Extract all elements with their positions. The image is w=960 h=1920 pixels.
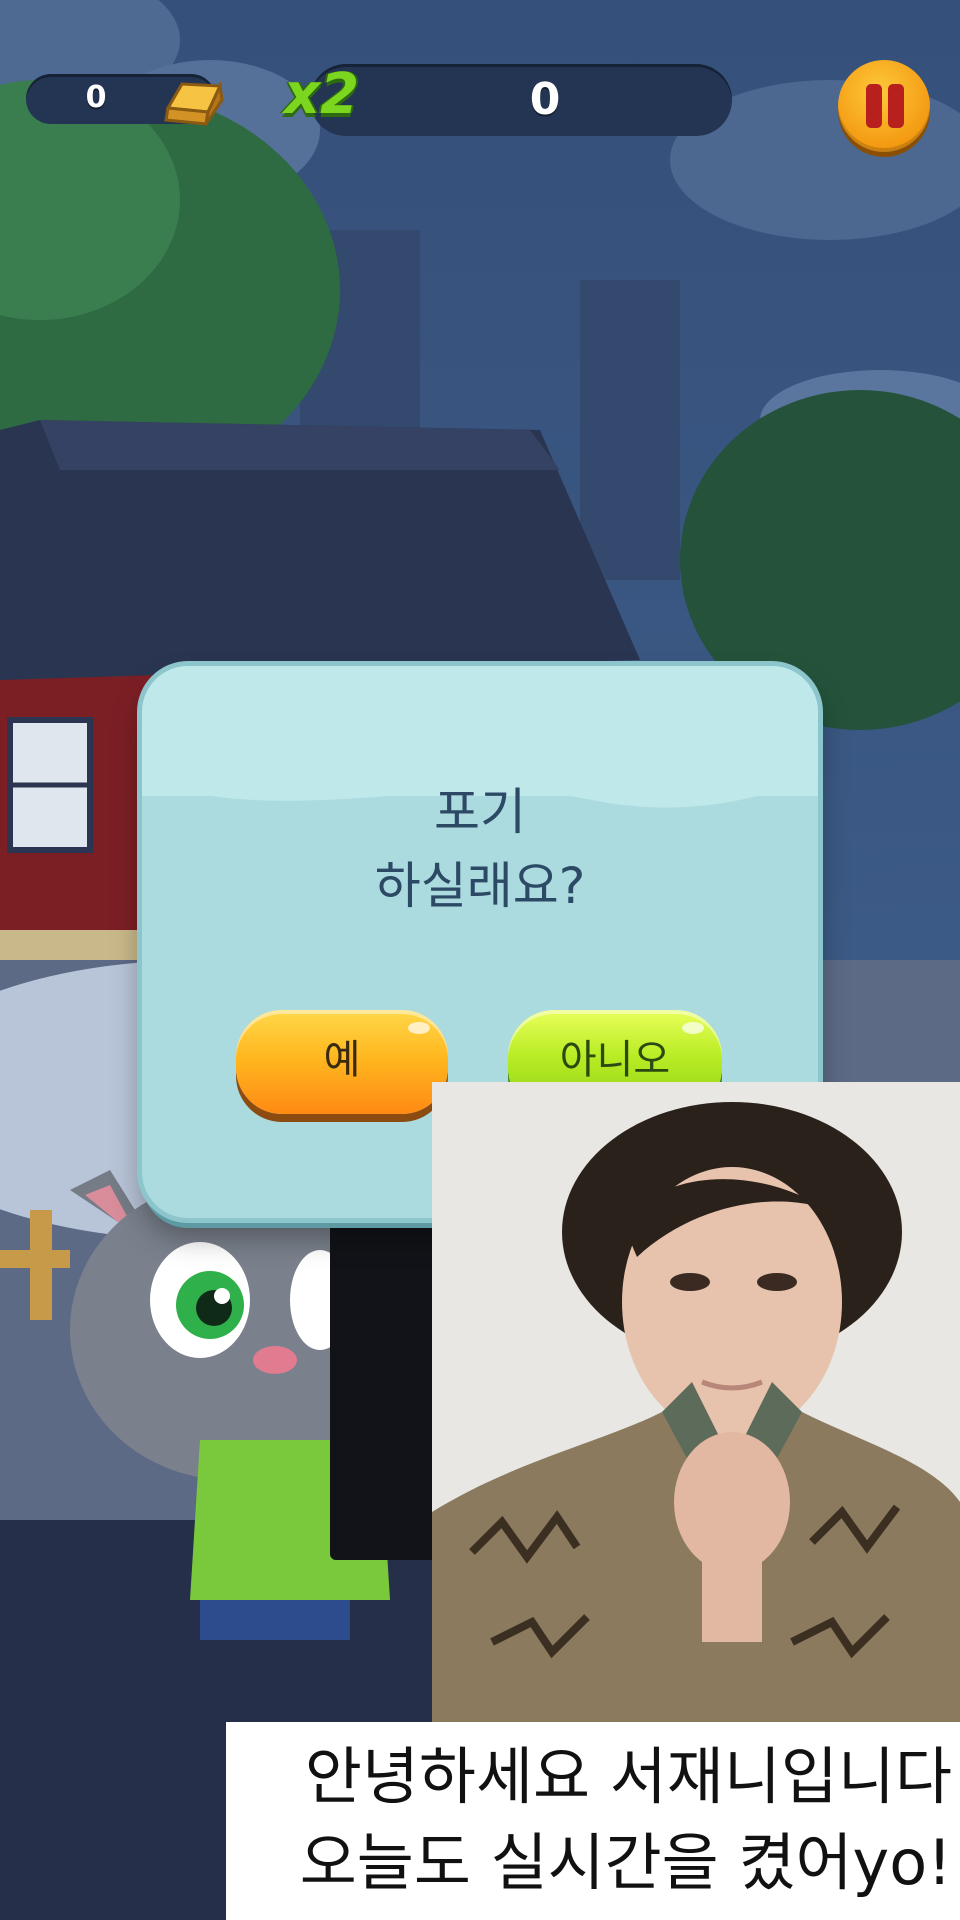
yes-button[interactable]: 예: [236, 1010, 448, 1114]
score-multiplier: x2: [284, 62, 360, 127]
streamer-photo: [432, 1082, 960, 1722]
webcam-overlay: [432, 1082, 960, 1722]
background-building: [580, 280, 680, 580]
dialog-title-line1: 포기: [434, 783, 526, 841]
dialog-title-line2: 하실래요?: [374, 857, 586, 915]
no-button-label: 아니오: [559, 1037, 671, 1083]
gold-bar-icon: [164, 80, 224, 126]
caption-line2: 오늘도 실시간을 켰어yo!: [299, 1826, 952, 1899]
yes-button-label: 예: [323, 1037, 361, 1083]
caption-line1: 안녕하세요 서재니입니다: [304, 1740, 952, 1813]
caption-box: 안녕하세요 서재니입니다 오늘도 실시간을 켰어yo!: [226, 1722, 960, 1920]
pause-button[interactable]: [838, 60, 930, 152]
score-value: 0: [529, 74, 561, 125]
gold-count: 0: [85, 80, 107, 115]
pause-icon: [866, 84, 882, 128]
